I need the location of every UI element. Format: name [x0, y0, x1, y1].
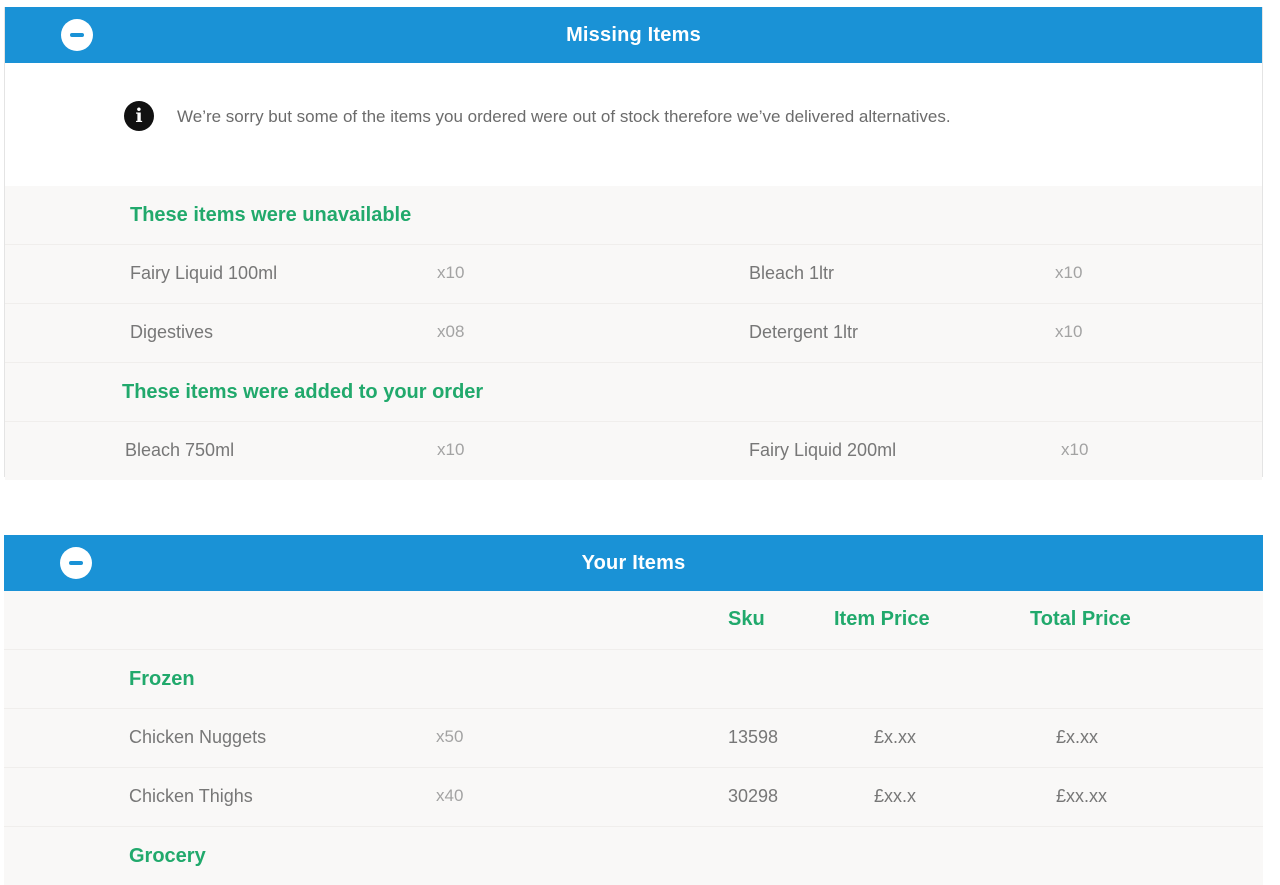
item-qty: x10: [1061, 440, 1089, 459]
table-row: Chicken Thighs x40 30298 £xx.x £xx.xx: [4, 768, 1263, 827]
item-name: Chicken Thighs: [129, 786, 253, 806]
added-heading-row: These items were added to your order: [5, 363, 1262, 422]
missing-items-title: Missing Items: [566, 23, 701, 46]
collapse-your-items-icon[interactable]: [60, 547, 92, 579]
out-of-stock-notice: i We’re sorry but some of the items you …: [5, 63, 1262, 186]
unavailable-heading: These items were unavailable: [130, 204, 412, 226]
missing-items-section: These items were unavailable Fairy Liqui…: [5, 186, 1262, 480]
unavailable-heading-row: These items were unavailable: [5, 186, 1262, 245]
item-qty: x50: [436, 727, 464, 746]
item-price: £xx.x: [874, 786, 917, 806]
missing-items-panel: Missing Items i We’re sorry but some of …: [4, 7, 1263, 480]
item-name: Fairy Liquid 200ml: [749, 440, 897, 460]
item-price: £x.xx: [874, 727, 917, 747]
added-heading: These items were added to your order: [122, 381, 484, 403]
item-sku: 30298: [728, 786, 779, 806]
category-row: Frozen: [4, 650, 1263, 709]
collapse-missing-icon[interactable]: [61, 19, 93, 51]
total-price: £x.xx: [1056, 727, 1099, 747]
column-headers: Sku Item Price Total Price: [4, 591, 1263, 650]
item-name: Digestives: [130, 322, 214, 342]
item-name: Bleach 750ml: [125, 440, 235, 460]
item-sku: 13598: [728, 727, 779, 747]
your-items-panel: Your Items Sku Item Price Total Price Fr…: [4, 535, 1263, 885]
sku-column-header: Sku: [728, 608, 765, 630]
item-qty: x10: [1055, 322, 1083, 341]
item-qty: x08: [437, 322, 465, 341]
item-price-column-header: Item Price: [834, 608, 930, 630]
item-name: Detergent 1ltr: [749, 322, 859, 342]
notice-text: We’re sorry but some of the items you or…: [177, 107, 951, 126]
category-name: Frozen: [129, 668, 195, 690]
total-price: £xx.xx: [1056, 786, 1108, 806]
item-qty: x40: [436, 786, 464, 805]
your-items-section: Sku Item Price Total Price Frozen Chicke…: [4, 591, 1263, 885]
item-name: Fairy Liquid 100ml: [130, 263, 278, 283]
category-name: Grocery: [129, 845, 206, 867]
item-name: Bleach 1ltr: [749, 263, 835, 283]
item-qty: x10: [1055, 263, 1083, 282]
table-row: Chicken Nuggets x50 13598 £x.xx £x.xx: [4, 709, 1263, 768]
unavailable-row: Fairy Liquid 100ml x10 Bleach 1ltr x10: [5, 245, 1262, 304]
missing-items-header[interactable]: Missing Items: [5, 7, 1262, 63]
your-items-title: Your Items: [581, 551, 686, 574]
item-name: Chicken Nuggets: [129, 727, 267, 747]
item-qty: x10: [437, 263, 465, 282]
category-row: Grocery: [4, 827, 1263, 885]
total-price-column-header: Total Price: [1030, 608, 1131, 630]
info-icon: i: [124, 101, 154, 131]
unavailable-row: Digestives x08 Detergent 1ltr x10: [5, 304, 1262, 363]
added-row: Bleach 750ml x10 Fairy Liquid 200ml x10: [5, 422, 1262, 480]
item-qty: x10: [437, 440, 465, 459]
your-items-header[interactable]: Your Items: [4, 535, 1263, 591]
